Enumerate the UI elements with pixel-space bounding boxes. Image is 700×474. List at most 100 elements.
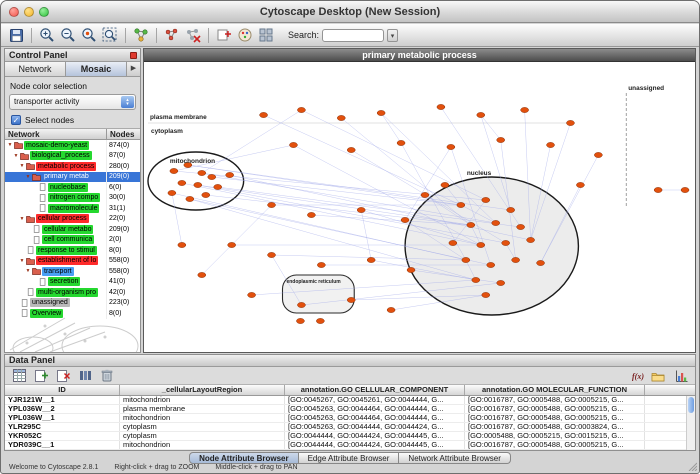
table-row-yjr121w-1[interactable]: YJR121W__1mitochondrion[GO:0045267, GO:0…	[5, 396, 695, 405]
network-frame-titlebar[interactable]: primary metabolic process	[144, 49, 695, 62]
network-node[interactable]	[447, 144, 455, 149]
column-header-annotation-go-cellular-component[interactable]: annotation.GO CELLULAR_COMPONENT	[285, 385, 465, 395]
network-node[interactable]	[307, 212, 315, 217]
edit-attribute-icon[interactable]	[76, 367, 94, 385]
new-network-icon[interactable]	[163, 26, 181, 44]
network-node[interactable]	[297, 107, 305, 112]
window-resize-grip[interactable]	[687, 461, 697, 471]
network-node[interactable]	[297, 302, 305, 307]
network-node[interactable]	[178, 180, 186, 185]
network-node[interactable]	[537, 260, 545, 265]
zoom-selected-region-icon[interactable]	[80, 26, 98, 44]
tree-row-secretion[interactable]: secretion41(0)	[5, 277, 140, 288]
network-node[interactable]	[194, 182, 202, 187]
network-node[interactable]	[477, 112, 485, 117]
tree-row-primary-metab[interactable]: ▼primary metab209(0)	[5, 172, 140, 183]
network-node[interactable]	[462, 257, 470, 262]
network-node[interactable]	[296, 318, 304, 323]
network-node[interactable]	[594, 152, 602, 157]
table-row-ykr052c[interactable]: YKR052Ccytoplasm[GO:0044444, GO:0044424,…	[5, 432, 695, 441]
zoom-fit-content-icon[interactable]	[101, 26, 119, 44]
column-header-network[interactable]: Network	[5, 129, 107, 139]
table-row-ydr039c-1[interactable]: YDR039C__1mitochondrion[GO:0044444, GO:0…	[5, 441, 695, 450]
network-node[interactable]	[576, 182, 584, 187]
close-window-button[interactable]	[9, 7, 19, 17]
zoom-window-button[interactable]	[39, 7, 49, 17]
float-panel-button[interactable]	[130, 52, 137, 59]
network-edge[interactable]	[202, 110, 302, 173]
network-node[interactable]	[566, 120, 574, 125]
network-node[interactable]	[337, 115, 345, 120]
expander-icon[interactable]: ▼	[25, 174, 31, 180]
network-node[interactable]	[168, 190, 176, 195]
network-node[interactable]	[421, 192, 429, 197]
network-edge[interactable]	[172, 193, 182, 245]
expander-icon[interactable]: ▼	[19, 163, 25, 169]
minimize-window-button[interactable]	[24, 7, 34, 17]
network-node[interactable]	[547, 142, 555, 147]
save-session-icon[interactable]	[7, 26, 25, 44]
network-node[interactable]	[186, 196, 194, 201]
tree-row-multi-organism-pro[interactable]: multi-organism pro42(0)	[5, 287, 140, 298]
network-node[interactable]	[407, 267, 415, 272]
network-node[interactable]	[317, 262, 325, 267]
formula-builder-icon[interactable]: f(x)	[632, 372, 644, 381]
select-attributes-icon[interactable]	[10, 367, 28, 385]
network-edge[interactable]	[188, 165, 461, 205]
network-node[interactable]	[457, 202, 465, 207]
search-input[interactable]	[322, 29, 384, 42]
zoom-out-icon[interactable]	[59, 26, 77, 44]
network-node[interactable]	[367, 257, 375, 262]
network-node[interactable]	[202, 192, 210, 197]
table-scrollbar[interactable]	[686, 396, 695, 450]
network-edge[interactable]	[264, 115, 461, 205]
network-node[interactable]	[482, 197, 490, 202]
tree-row-transport[interactable]: ▼transport558(0)	[5, 266, 140, 277]
annotation-icon[interactable]	[215, 26, 233, 44]
expander-icon[interactable]: ▼	[25, 268, 31, 274]
network-node[interactable]	[208, 174, 216, 179]
select-nodes-checkbox[interactable]: ✓	[11, 115, 21, 125]
network-node[interactable]	[377, 110, 385, 115]
table-scrollbar-thumb[interactable]	[688, 397, 694, 413]
tree-row-mosaic-demo-yeast[interactable]: ▼mosaic-demo-yeast874(0)	[5, 140, 140, 151]
table-row-ypl036w-2[interactable]: YPL036W__2plasma membrane[GO:0045263, GO…	[5, 405, 695, 414]
expander-icon[interactable]: ▼	[19, 258, 25, 264]
tree-row-cellular-process[interactable]: ▼cellular process22(0)	[5, 214, 140, 225]
attribute-chart-icon[interactable]	[672, 367, 690, 385]
network-node[interactable]	[170, 168, 178, 173]
network-node[interactable]	[268, 252, 276, 257]
tree-row-biological-process[interactable]: ▼biological_process87(0)	[5, 151, 140, 162]
column-header-annotation-go-molecular-function[interactable]: annotation.GO MOLECULAR_FUNCTION	[465, 385, 645, 395]
network-node[interactable]	[492, 220, 500, 225]
network-node[interactable]	[260, 112, 268, 117]
network-node[interactable]	[198, 170, 206, 175]
network-node[interactable]	[502, 240, 510, 245]
delete-attribute-icon[interactable]	[54, 367, 72, 385]
network-canvas[interactable]: plasma membrane cytoplasm mitochondrion …	[144, 63, 695, 352]
node-color-dropdown[interactable]: transporter activity ▴ ▾	[9, 94, 136, 110]
network-edge[interactable]	[301, 110, 485, 200]
network-node[interactable]	[517, 224, 525, 229]
network-node[interactable]	[248, 292, 256, 297]
network-node[interactable]	[357, 207, 365, 212]
network-node[interactable]	[214, 184, 222, 189]
network-node[interactable]	[441, 182, 449, 187]
network-node[interactable]	[397, 140, 405, 145]
network-node[interactable]	[198, 272, 206, 277]
network-node[interactable]	[497, 137, 505, 142]
select-first-neighbors-icon[interactable]	[132, 26, 150, 44]
network-node[interactable]	[268, 202, 276, 207]
table-row-ylr295c[interactable]: YLR295Ccytoplasm[GO:0045263, GO:0044444,…	[5, 423, 695, 432]
network-edge[interactable]	[202, 245, 232, 275]
search-options-chevron-icon[interactable]: ▾	[387, 29, 398, 42]
expander-icon[interactable]: ▼	[13, 153, 19, 159]
dropdown-arrows-icon[interactable]: ▴ ▾	[121, 96, 134, 108]
network-node[interactable]	[681, 187, 689, 192]
network-node[interactable]	[507, 207, 515, 212]
tree-row-unassigned[interactable]: unassigned223(0)	[5, 298, 140, 309]
column-header-nodes[interactable]: Nodes	[107, 129, 140, 139]
network-node[interactable]	[654, 187, 662, 192]
vizmapper-icon[interactable]	[236, 26, 254, 44]
network-node[interactable]	[467, 222, 475, 227]
